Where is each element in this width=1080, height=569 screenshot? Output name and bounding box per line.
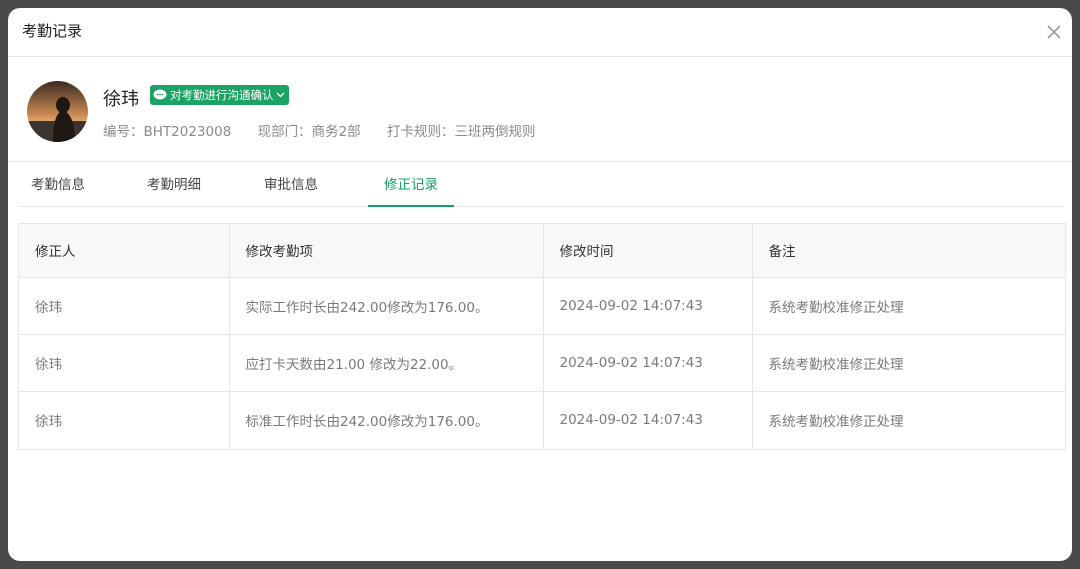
close-icon <box>1047 25 1061 39</box>
cell-corrector: 徐玮 <box>19 277 230 335</box>
chevron-down-icon <box>276 92 284 98</box>
tab-correction-records[interactable]: 修正记录 <box>368 163 454 207</box>
cell-remark: 系统考勤校准修正处理 <box>768 413 904 430</box>
wechat-bubble-icon <box>153 89 167 100</box>
attendance-record-dialog: 考勤记录 徐玮 对考勤进行沟通确认 编号：BHT2023008 现部门：商务2部… <box>8 8 1072 561</box>
tab-attendance-info[interactable]: 考勤信息 <box>24 163 92 207</box>
employee-meta: 编号：BHT2023008 现部门：商务2部 打卡规则：三班两倒规则 <box>103 120 557 140</box>
column-header-modified-item: 修改考勤项 <box>229 224 544 278</box>
cell-corrector: 徐玮 <box>19 391 230 448</box>
employee-department: 现部门：商务2部 <box>257 124 361 140</box>
avatar <box>27 81 88 142</box>
column-header-remark: 备注 <box>752 224 1065 278</box>
cell-modified-time: 2024-09-02 14:07:43 <box>543 277 753 335</box>
table-row: 徐玮 应打卡天数由21.00 修改为22.00。 2024-09-02 14:0… <box>19 334 1065 392</box>
cell-modified-item: 实际工作时长由242.00修改为176.00。 <box>229 277 544 335</box>
table-row: 徐玮 实际工作时长由242.00修改为176.00。 2024-09-02 14… <box>19 277 1065 335</box>
dialog-header: 考勤记录 <box>8 8 1072 57</box>
dialog-title: 考勤记录 <box>22 22 83 40</box>
communication-confirm-label: 对考勤进行沟通确认 <box>170 88 274 102</box>
tab-bar: 考勤信息 考勤明细 审批信息 修正记录 <box>18 163 1064 207</box>
cell-remark: 系统考勤校准修正处理 <box>752 334 1065 392</box>
close-button[interactable] <box>1042 20 1066 44</box>
cell-modified-time: 2024-09-02 14:07:43 <box>543 391 753 448</box>
table-row: 徐玮 标准工作时长由242.00修改为176.00。 2024-09-02 14… <box>19 391 1065 448</box>
tab-approval-info[interactable]: 审批信息 <box>257 163 325 207</box>
table-header-row: 修正人 修改考勤项 修改时间 备注 <box>19 224 1065 278</box>
cell-modified-item: 标准工作时长由242.00修改为176.00。 <box>229 391 544 448</box>
cell-modified-time: 2024-09-02 14:07:43 <box>543 334 753 392</box>
employee-name: 徐玮 <box>103 89 139 110</box>
employee-clock-rule: 打卡规则：三班两倒规则 <box>386 124 536 140</box>
column-header-corrector: 修正人 <box>19 224 230 278</box>
cell-corrector: 徐玮 <box>19 334 230 392</box>
communication-confirm-button[interactable]: 对考勤进行沟通确认 <box>150 85 289 105</box>
cell-modified-item: 应打卡天数由21.00 修改为22.00。 <box>229 334 544 392</box>
tab-attendance-detail[interactable]: 考勤明细 <box>140 163 208 207</box>
employee-number: 编号：BHT2023008 <box>103 124 232 140</box>
employee-profile: 徐玮 对考勤进行沟通确认 编号：BHT2023008 现部门：商务2部 打卡规则… <box>8 57 1072 162</box>
column-header-modified-time: 修改时间 <box>543 224 753 278</box>
correction-records-table: 修正人 修改考勤项 修改时间 备注 徐玮 实际工作时长由242.00修改为176… <box>18 223 1066 450</box>
cell-remark: 系统考勤校准修正处理 <box>752 277 1065 335</box>
